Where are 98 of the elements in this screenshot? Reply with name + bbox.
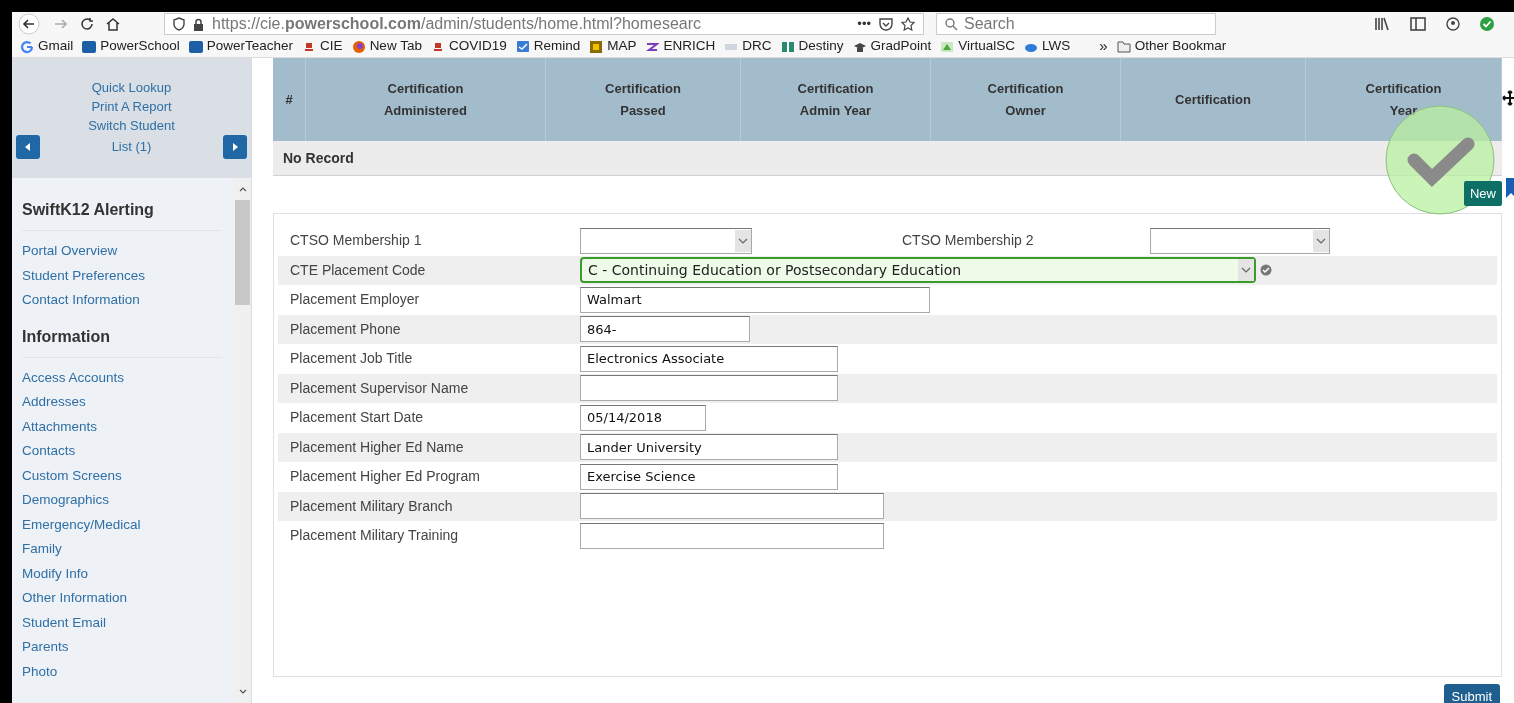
search-icon: [945, 17, 958, 31]
pocket-icon[interactable]: [879, 17, 893, 31]
empty-row: No Record: [273, 141, 1502, 176]
bookmark[interactable]: CIE: [302, 36, 343, 57]
text-field[interactable]: Exercise Science: [580, 463, 838, 490]
text-field[interactable]: Lander University: [580, 434, 838, 461]
sidebar-link[interactable]: Portal Overview: [22, 239, 234, 264]
chevron-down-icon: [735, 229, 751, 252]
book-icon: [780, 39, 795, 54]
square-icon: [589, 39, 604, 54]
field-label: Placement Phone: [290, 319, 402, 339]
bookmark[interactable]: COVID19: [430, 36, 507, 57]
sidebar-link[interactable]: Addresses: [22, 390, 234, 415]
next-student-button[interactable]: [223, 134, 247, 159]
scroll-thumb[interactable]: [235, 200, 250, 305]
account-icon[interactable]: [1446, 17, 1460, 31]
page-actions-button[interactable]: •••: [857, 14, 871, 34]
shield-icon[interactable]: [173, 17, 185, 31]
text-field[interactable]: [580, 522, 884, 549]
move-icon: [1502, 90, 1514, 106]
checkmark-overlay-icon: [1384, 104, 1496, 216]
bookmark[interactable]: ENRICH: [645, 36, 716, 57]
sidebar-link[interactable]: Emergency/Medical: [22, 512, 234, 537]
sidebar-link[interactable]: Demographics: [22, 488, 234, 513]
section-heading: Information: [22, 324, 222, 358]
back-icon[interactable]: [16, 13, 42, 35]
bookmark[interactable]: LWS: [1024, 36, 1071, 57]
section-heading: SwiftK12 Alerting: [22, 198, 222, 231]
lock-icon[interactable]: [193, 17, 204, 31]
sidebar-link[interactable]: Access Accounts: [22, 365, 234, 390]
other-bookmarks-folder[interactable]: Other Bookmar: [1116, 36, 1227, 57]
chevron-down-icon: [1313, 229, 1329, 252]
previous-student-button[interactable]: [16, 134, 40, 159]
text-field[interactable]: 864-: [580, 316, 750, 343]
field-label: CTSO Membership 2: [902, 231, 1035, 250]
sidebar-link[interactable]: Other Information: [22, 586, 234, 611]
sidebar-link[interactable]: Custom Screens: [22, 463, 234, 488]
bookmark[interactable]: DRC: [724, 36, 772, 57]
submit-button[interactable]: Submit: [1443, 683, 1500, 703]
bookmarks-overflow-button[interactable]: »: [1099, 35, 1108, 58]
field-label: CTE Placement Code: [290, 260, 427, 280]
bookmark[interactable]: PowerSchool: [82, 36, 180, 57]
quick-link[interactable]: Print A Report: [91, 96, 172, 116]
bookmark[interactable]: MAP: [589, 36, 637, 57]
scroll-down-icon: [238, 689, 247, 695]
valid-icon: [1260, 264, 1272, 277]
sidebar-link[interactable]: Contacts: [22, 439, 234, 464]
field-label: Placement Military Training: [290, 526, 460, 545]
student-list-link[interactable]: List (1): [111, 137, 152, 156]
field-label: Placement Start Date: [290, 408, 425, 427]
text-field[interactable]: [580, 375, 838, 402]
check-icon[interactable]: [1480, 17, 1494, 31]
quick-link[interactable]: Quick Lookup: [91, 77, 172, 97]
quick-link[interactable]: Switch Student: [88, 115, 175, 135]
text-field[interactable]: [580, 493, 884, 520]
field-label: Placement Supervisor Name: [290, 378, 470, 398]
select-field[interactable]: C - Continuing Education or Postsecondary Education: [580, 257, 1256, 284]
star-icon[interactable]: [901, 17, 915, 31]
search-field[interactable]: Search: [936, 13, 1216, 35]
library-icon[interactable]: [1374, 17, 1390, 31]
field-label: Placement Higher Ed Name: [290, 437, 465, 457]
sidebar-link[interactable]: Attachments: [22, 414, 234, 439]
sidebar-link[interactable]: Contact Information: [22, 288, 234, 313]
bookmark[interactable]: Remind: [515, 36, 581, 57]
caret-right-icon: [232, 142, 238, 151]
sidebar-link[interactable]: Parents: [22, 635, 234, 660]
google-icon: [20, 39, 34, 54]
field-label: Placement Employer: [290, 290, 421, 309]
select-field[interactable]: [580, 227, 752, 254]
reload-icon[interactable]: [80, 17, 94, 31]
sidebar-link[interactable]: Modify Info: [22, 561, 234, 586]
text-field[interactable]: Walmart: [580, 286, 930, 313]
bookmark[interactable]: Destiny: [780, 36, 844, 57]
caret-left-icon: [25, 142, 31, 151]
field-label: Placement Higher Ed Program: [290, 467, 481, 486]
field-label: CTSO Membership 1: [290, 231, 423, 250]
sidebar-icon[interactable]: [1410, 17, 1426, 31]
home-icon[interactable]: [106, 17, 120, 31]
address-bar[interactable]: https://cie.powerschool.com/admin/students/home.html?homesearc: [212, 12, 850, 36]
chevron-down-icon: [1238, 259, 1254, 282]
field-label: Placement Job Title: [290, 349, 414, 368]
scrollbar[interactable]: [234, 178, 251, 703]
scroll-up-icon: [238, 186, 247, 192]
sidebar-link[interactable]: Photo: [22, 659, 234, 684]
sidebar-link[interactable]: Student Email: [22, 610, 234, 635]
bookmark[interactable]: PowerTeacher: [188, 36, 294, 57]
text-field[interactable]: 05/14/2018: [580, 404, 706, 431]
bookmark[interactable]: GradPoint: [852, 36, 932, 57]
bookmark[interactable]: New Tab: [351, 36, 422, 57]
field-label: Placement Military Branch: [290, 496, 454, 516]
bookmark[interactable]: VirtualSC: [940, 36, 1016, 57]
bookmark-ribbon-icon[interactable]: [1506, 178, 1514, 198]
text-field[interactable]: Electronics Associate: [580, 345, 838, 372]
sidebar-link[interactable]: Family: [22, 537, 234, 562]
sidebar-link[interactable]: Student Preferences: [22, 263, 234, 288]
folder-icon: [1116, 40, 1131, 53]
select-field[interactable]: [1150, 227, 1330, 254]
bookmark[interactable]: Gmail: [20, 36, 74, 57]
